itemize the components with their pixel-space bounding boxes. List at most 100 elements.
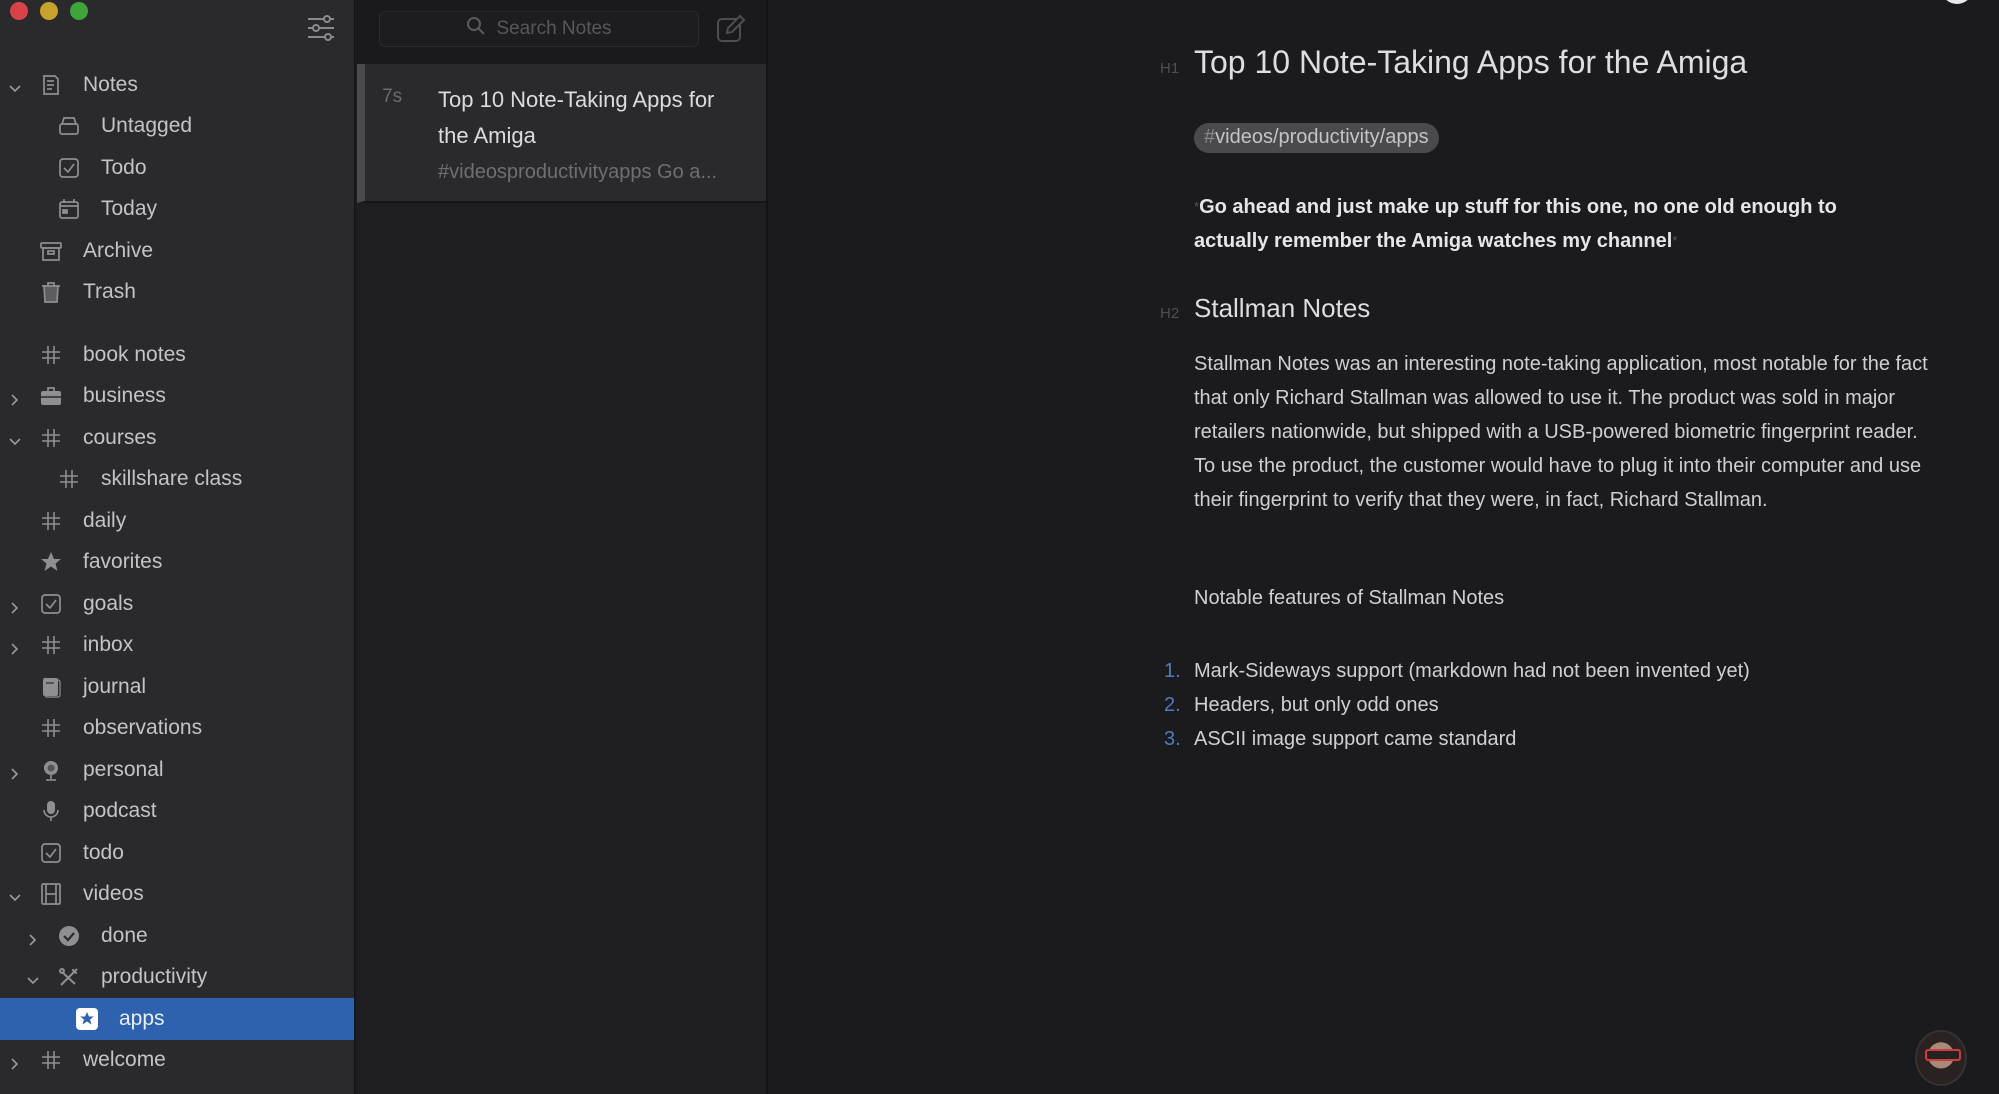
hashtag-icon — [40, 344, 62, 366]
chevron-down-icon[interactable] — [26, 970, 40, 985]
h2-marker: H2 — [1160, 305, 1180, 322]
sidebar-item-journal[interactable]: journal — [0, 666, 354, 708]
chevron-right-icon[interactable] — [26, 929, 40, 946]
chevron-right-icon[interactable] — [8, 763, 22, 780]
note-title-heading: Top 10 Note-Taking Apps for the Amiga — [1194, 44, 1748, 80]
sidebar-item-label: inbox — [83, 633, 134, 657]
microphone-icon — [40, 800, 62, 822]
sidebar-item-untagged[interactable]: Untagged — [0, 106, 354, 148]
sidebar-item-label: personal — [83, 757, 164, 781]
sidebar-item-label: welcome — [83, 1048, 166, 1072]
list-item: 1. Mark-Sideways support (markdown had no… — [1164, 654, 1750, 688]
sidebar-item-goals[interactable]: goals — [0, 583, 354, 625]
chevron-right-icon[interactable] — [8, 1053, 22, 1070]
sidebar-item-label: skillshare class — [101, 467, 243, 491]
body-paragraph: Stallman Notes was an interesting note-t… — [1194, 353, 1928, 511]
search-input[interactable]: Search Notes — [379, 11, 699, 47]
sidebar-item-todo[interactable]: todo — [0, 832, 354, 874]
sidebar-item-apps[interactable]: apps — [0, 998, 354, 1040]
check-circle-icon — [58, 925, 80, 947]
overlay-circle — [1941, 0, 1973, 4]
list-number: 3. — [1164, 728, 1181, 750]
emphasis-text: Go ahead and just make up stuff for this… — [1194, 196, 1837, 252]
sidebar-item-daily[interactable]: daily — [0, 500, 354, 542]
minimize-window-button[interactable] — [40, 2, 58, 20]
note-icon — [40, 74, 62, 96]
note-list-panel: Search Notes 7s Top 10 Note-Taking Apps … — [357, 0, 805, 1094]
sidebar-item-label: courses — [83, 425, 157, 449]
hashtag-icon — [40, 1049, 62, 1071]
note-list-header: Search Notes — [357, 0, 766, 64]
chevron-down-icon[interactable] — [8, 887, 22, 902]
sidebar-item-trash[interactable]: Trash — [0, 272, 354, 314]
sidebar-item-inbox[interactable]: inbox — [0, 625, 354, 667]
chevron-right-icon[interactable] — [8, 638, 22, 655]
sidebar-item-archive[interactable]: Archive — [0, 230, 354, 272]
sidebar-item-label: Todo — [101, 155, 147, 179]
sliders-icon[interactable] — [306, 14, 336, 42]
sidebar-item-label: Today — [101, 197, 158, 221]
close-window-button[interactable] — [10, 2, 28, 20]
list-item-text: Headers, but only odd ones — [1194, 694, 1439, 716]
chevron-down-icon[interactable] — [8, 78, 22, 92]
sidebar-list: Notes Untagged Todo Today Archive Trash book n… — [0, 64, 354, 1081]
sidebar-item-label: todo — [83, 840, 124, 864]
emphasis-marker-close: * — [1672, 233, 1678, 248]
chevron-right-icon[interactable] — [8, 389, 22, 406]
sidebar-item-label: productivity — [101, 965, 208, 989]
sidebar-item-notes[interactable]: Notes — [0, 64, 354, 106]
tools-icon — [58, 966, 80, 988]
hashtag-icon — [40, 634, 62, 656]
checkbox-icon — [58, 157, 80, 179]
star-icon — [40, 551, 62, 573]
note-snippet: #videosproductivityapps Go a... — [438, 161, 718, 183]
sidebar-item-personal[interactable]: personal — [0, 749, 354, 791]
heading-2-text: Stallman Notes — [1194, 293, 1371, 323]
sidebar-item-done[interactable]: done — [0, 915, 354, 957]
tag-label: videos/productivity/apps — [1215, 126, 1429, 148]
webcam-icon — [40, 759, 62, 781]
maximize-window-button[interactable] — [70, 2, 88, 20]
sidebar-item-videos[interactable]: videos — [0, 874, 354, 916]
trash-icon — [40, 281, 62, 304]
archive-box-icon — [40, 240, 62, 262]
chevron-right-icon[interactable] — [8, 597, 22, 614]
sidebar-item-skillshare-class[interactable]: skillshare class — [0, 459, 354, 501]
hashtag-icon — [40, 427, 62, 449]
sidebar-item-business[interactable]: business — [0, 376, 354, 418]
sidebar-item-observations[interactable]: observations — [0, 708, 354, 750]
list-item-text: Mark-Sideways support (markdown had not … — [1194, 660, 1750, 682]
note-list-item[interactable]: 7s Top 10 Note-Taking Apps for the Amiga… — [357, 64, 766, 203]
sidebar-item-label: goals — [83, 591, 134, 615]
sidebar-item-label: daily — [83, 508, 127, 532]
sidebar-item-welcome[interactable]: welcome — [0, 1040, 354, 1082]
sidebar-item-favorites[interactable]: favorites — [0, 542, 354, 584]
compose-note-icon[interactable] — [715, 13, 747, 45]
sidebar-item-label: videos — [83, 882, 144, 906]
sidebar-item-book-notes[interactable]: book notes — [0, 334, 354, 376]
editor-panel[interactable]: H1 Top 10 Note-Taking Apps for the Amiga… — [768, 0, 1999, 1094]
tag-pill[interactable]: #videos/productivity/apps — [1194, 123, 1439, 153]
list-item-text: ASCII image support came standard — [1194, 728, 1517, 750]
search-placeholder: Search Notes — [496, 18, 612, 39]
sidebar-item-productivity[interactable]: productivity — [0, 957, 354, 999]
sidebar-item-label: observations — [83, 716, 203, 740]
sidebar-item-label: favorites — [83, 550, 163, 574]
sidebar-item-label: book notes — [83, 342, 186, 366]
sidebar-item-today[interactable]: Today — [0, 189, 354, 231]
checkbox-icon — [40, 593, 62, 615]
sidebar-item-podcast[interactable]: podcast — [0, 791, 354, 833]
list-item: 2. Headers, but only odd ones — [1164, 688, 1750, 722]
list-item: 3. ASCII image support came standard — [1164, 722, 1750, 756]
calendar-icon — [58, 198, 80, 220]
list-number: 2. — [1164, 694, 1181, 716]
sidebar-item-label: business — [83, 384, 166, 408]
sidebar-item-todo[interactable]: Todo — [0, 147, 354, 189]
chevron-down-icon[interactable] — [8, 431, 22, 445]
sidebar-item-courses[interactable]: courses — [0, 417, 354, 459]
hashtag-icon — [40, 717, 62, 739]
sunglasses-detail — [1925, 1049, 1961, 1061]
sidebar-item-label: Untagged — [101, 114, 193, 138]
briefcase-icon — [40, 385, 62, 407]
search-icon — [466, 16, 486, 42]
